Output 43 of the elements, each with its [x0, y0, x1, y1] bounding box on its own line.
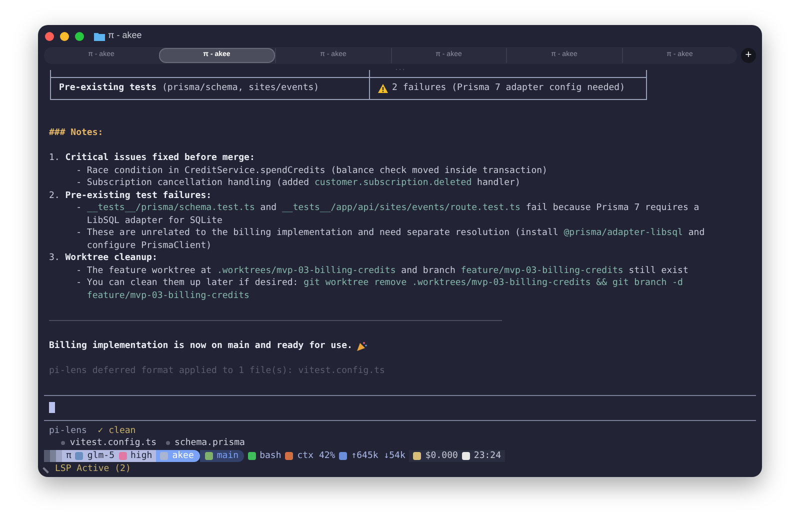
file-name: vitest.config.ts [70, 437, 157, 450]
status-text: glm-5 [87, 450, 115, 462]
table-cell: 2 failures (Prisma 7 adapter config needed) [392, 82, 625, 95]
status-text: $0.000 [425, 450, 458, 462]
list-item-title: Critical issues fixed before merge: [65, 152, 255, 164]
file-name: schema.prisma [174, 437, 245, 450]
status-text: π [66, 450, 72, 462]
status-text: ctx 42% [297, 450, 336, 462]
bullet-text: The feature worktree at .worktrees/mvp-03-billing-credits and branch feature/mvp-03-billing-credits still exist [86, 264, 690, 277]
list-item-title: Worktree cleanup: [65, 252, 158, 264]
bullet: - [76, 164, 82, 177]
list-item-title: Pre-existing test failures: [65, 190, 212, 202]
zoom-button[interactable] [75, 32, 84, 40]
party-popper-icon [357, 341, 368, 352]
window-title: π - akee [108, 29, 142, 42]
close-button[interactable] [45, 32, 54, 40]
status-text: bash [260, 450, 282, 462]
bullet: - [76, 264, 82, 277]
new-tab-button[interactable]: + [741, 48, 756, 63]
table-cell: Pre-existing tests (prisma/schema, sites/events) [59, 82, 320, 95]
bullet-text: Subscription cancellation handling (added customer.subscription.deleted handler) [86, 177, 522, 190]
list-number: 1. [49, 152, 61, 164]
bullet-text: Race condition in CreditService.spendCredits (balance check moved inside transaction) [86, 164, 548, 177]
status-text: ↑645k ↓54k [351, 450, 406, 462]
bullet: - [76, 177, 82, 190]
lens-name: pi-lens [49, 424, 87, 437]
lens-status: ✓ clean [98, 424, 136, 437]
bullet-text: You can clean them up later if desired: git worktree remove .worktrees/mvp-03-billing-credits && git branch -d feature/mvp-03-billing-credits [86, 277, 684, 302]
notes-heading: ### Notes: [49, 127, 104, 140]
status-text: high [130, 450, 152, 462]
lsp-status: LSP Active (2) [55, 462, 131, 475]
format-note: pi-lens deferred format applied to 1 file(s): vitest.config.ts [49, 365, 386, 378]
summary-text: Billing implementation is now on main and ready for use. [49, 340, 352, 352]
minimize-button[interactable] [60, 32, 69, 40]
status-text: main [216, 450, 239, 462]
bullet: - [76, 277, 82, 290]
bullet: - [76, 202, 82, 215]
status-text: 23:24 [474, 450, 501, 462]
list-number: 2. [49, 190, 61, 202]
list-number: 3. [49, 252, 61, 264]
bullet-text: These are unrelated to the billing implementation and need separate resolution (install @prisma/adapter-libsql and configure PrismaClient) [86, 227, 706, 252]
status-text: akee [172, 450, 194, 462]
bullet: - [76, 227, 82, 240]
